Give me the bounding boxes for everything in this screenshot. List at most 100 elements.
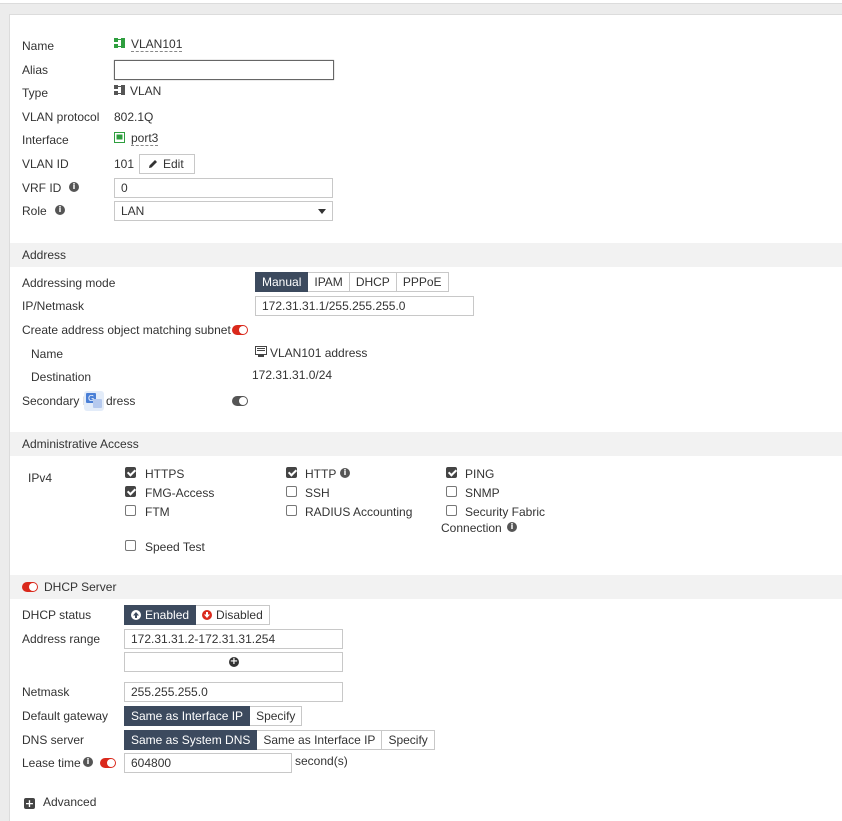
snmp-checkbox[interactable] [446, 486, 457, 497]
ping-label: PING [465, 467, 495, 481]
info-icon: i [83, 757, 93, 767]
name-value: VLAN101 [131, 37, 183, 52]
secondary-label-end: dress [106, 394, 136, 408]
admin-access-section-header: Administrative Access [10, 432, 842, 456]
dhcp-section-title: DHCP Server [44, 580, 117, 594]
security-fabric-label-cont: Connection [441, 521, 502, 535]
ip-netmask-input[interactable]: 172.31.31.1/255.255.255.0 [255, 296, 474, 316]
role-label: Role [22, 204, 47, 218]
ftm-label: FTM [145, 505, 170, 519]
interface-edit-panel: Name VLAN101 Alias Type VLAN VLAN protoc… [9, 14, 842, 821]
address-section-title: Address [22, 248, 67, 262]
create-object-label: Create address object matching subnet [22, 323, 231, 337]
vlan-icon [114, 37, 126, 52]
ssh-label: SSH [305, 486, 330, 500]
http-checkbox[interactable] [286, 467, 297, 478]
alias-input[interactable] [114, 60, 334, 80]
plus-circle-icon: + [229, 656, 239, 667]
https-checkbox[interactable] [125, 467, 136, 478]
dns-same-as-system[interactable]: Same as System DNS [124, 730, 258, 750]
dhcp-disabled-option[interactable]: Disabled [196, 605, 270, 625]
object-name-label: Name [31, 347, 64, 361]
dhcp-status-label: DHCP status [22, 608, 92, 622]
arrow-down-circle-icon [202, 610, 213, 620]
fmg-access-label: FMG-Access [145, 486, 215, 500]
role-select[interactable]: LAN [114, 201, 333, 221]
role-value: LAN [121, 204, 145, 218]
lease-time-unit: second(s) [295, 754, 348, 768]
dns-same-as-interface[interactable]: Same as Interface IP [257, 730, 383, 750]
pencil-icon [148, 156, 158, 174]
snmp-label: SNMP [465, 486, 500, 500]
gateway-same-as-interface[interactable]: Same as Interface IP [124, 706, 251, 726]
ip-netmask-label: IP/Netmask [22, 299, 85, 313]
dns-server-selector: Same as System DNS Same as Interface IP … [124, 730, 435, 750]
advanced-label: Advanced [43, 795, 97, 809]
addressing-mode-label: Addressing mode [22, 276, 116, 290]
address-object-icon [255, 346, 267, 360]
secondary-ip-toggle[interactable] [232, 396, 248, 406]
radius-accounting-label: RADIUS Accounting [305, 505, 413, 519]
http-label: HTTP [305, 467, 337, 481]
address-range-input[interactable]: 172.31.31.2-172.31.31.254 [124, 629, 343, 649]
addressing-mode-selector: Manual IPAM DHCP PPPoE [255, 272, 449, 292]
dns-server-label: DNS server [22, 733, 85, 747]
lease-time-toggle[interactable] [100, 758, 116, 768]
object-name-value: VLAN101 address [270, 346, 368, 360]
dhcp-server-toggle[interactable] [22, 582, 38, 592]
security-fabric-checkbox[interactable] [446, 505, 457, 516]
ssh-checkbox[interactable] [286, 486, 297, 497]
lease-time-input[interactable]: 604800 [124, 753, 292, 773]
vlan-protocol-value: 802.1Q [114, 110, 154, 124]
netmask-input[interactable]: 255.255.255.0 [124, 682, 343, 702]
radius-accounting-checkbox[interactable] [286, 505, 297, 516]
vrf-id-input[interactable]: 0 [114, 178, 333, 198]
speed-test-label: Speed Test [145, 540, 205, 554]
mode-ipam[interactable]: IPAM [308, 272, 350, 292]
dhcp-enabled-option[interactable]: Enabled [124, 605, 197, 625]
type-label: Type [22, 86, 49, 100]
address-range-label: Address range [22, 632, 101, 646]
add-range-button[interactable]: + [124, 652, 343, 672]
dns-specify[interactable]: Specify [382, 730, 435, 750]
translate-icon[interactable]: G [84, 391, 104, 411]
speed-test-checkbox[interactable] [125, 540, 136, 551]
name-label: Name [22, 39, 55, 53]
vlan-protocol-label: VLAN protocol [22, 110, 100, 124]
arrow-up-circle-icon [131, 610, 141, 620]
ipv4-label: IPv4 [28, 471, 53, 485]
ping-checkbox[interactable] [446, 467, 457, 478]
https-label: HTTPS [145, 467, 185, 481]
edit-vlan-id-button[interactable]: Edit [139, 154, 195, 174]
gateway-specify[interactable]: Specify [250, 706, 303, 726]
info-icon: i [69, 182, 79, 192]
info-icon: i [340, 468, 350, 478]
info-icon: i [507, 522, 517, 532]
create-object-toggle[interactable] [232, 325, 248, 335]
admin-access-section-title: Administrative Access [22, 437, 139, 451]
top-bar [0, 0, 842, 4]
advanced-expander[interactable]: + Advanced [24, 795, 96, 809]
vrf-id-label: VRF ID [22, 181, 62, 195]
vlan-type-icon [114, 84, 126, 99]
dhcp-section-header: DHCP Server [10, 575, 842, 599]
interface-label: Interface [22, 133, 69, 147]
dhcp-enabled-label: Enabled [145, 608, 190, 622]
secondary-label-start: Secondary I [22, 394, 87, 408]
vlan-id-value: 101 [114, 157, 135, 171]
dhcp-disabled-label: Disabled [216, 608, 263, 622]
default-gateway-label: Default gateway [22, 709, 109, 723]
mode-pppoe[interactable]: PPPoE [396, 272, 449, 292]
info-icon: i [55, 205, 65, 215]
chevron-down-icon [318, 209, 326, 214]
mode-manual[interactable]: Manual [255, 272, 309, 292]
fmg-access-checkbox[interactable] [125, 486, 136, 497]
security-fabric-label: Security Fabric [465, 505, 546, 519]
dhcp-status-selector: Enabled Disabled [124, 605, 270, 625]
edit-label: Edit [163, 157, 184, 171]
destination-value: 172.31.31.0/24 [252, 368, 333, 382]
netmask-label: Netmask [22, 685, 70, 699]
mode-dhcp[interactable]: DHCP [349, 272, 397, 292]
alias-label: Alias [22, 63, 49, 77]
ftm-checkbox[interactable] [125, 505, 136, 516]
